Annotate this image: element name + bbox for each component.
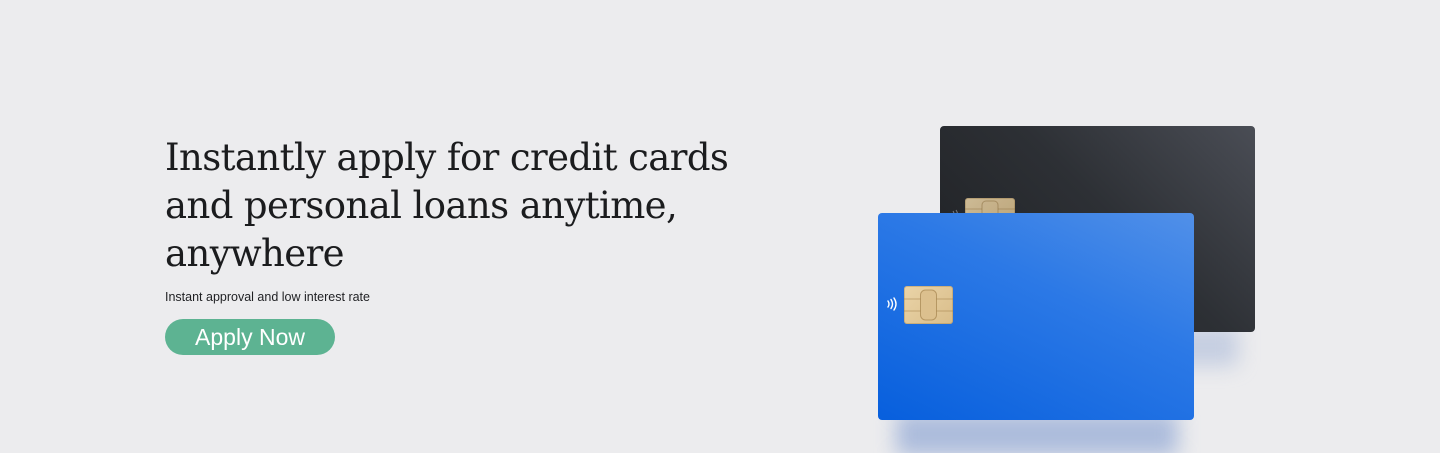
contactless-icon xyxy=(887,297,897,311)
hero-subline: Instant approval and low interest rate xyxy=(165,290,370,304)
headline-line-2: and personal loans anytime, xyxy=(165,184,678,227)
headline-line-1: Instantly apply for credit cards xyxy=(165,136,729,179)
hero-headline: Instantly apply for credit cards and per… xyxy=(165,134,729,278)
card-chip-icon xyxy=(904,286,953,324)
headline-line-3: anywhere xyxy=(165,232,345,275)
hero-banner: Instantly apply for credit cards and per… xyxy=(0,0,1440,453)
hero-copy: Instantly apply for credit cards and per… xyxy=(165,134,729,355)
apply-now-button[interactable]: Apply Now xyxy=(165,319,335,355)
blue-credit-card xyxy=(878,213,1194,420)
